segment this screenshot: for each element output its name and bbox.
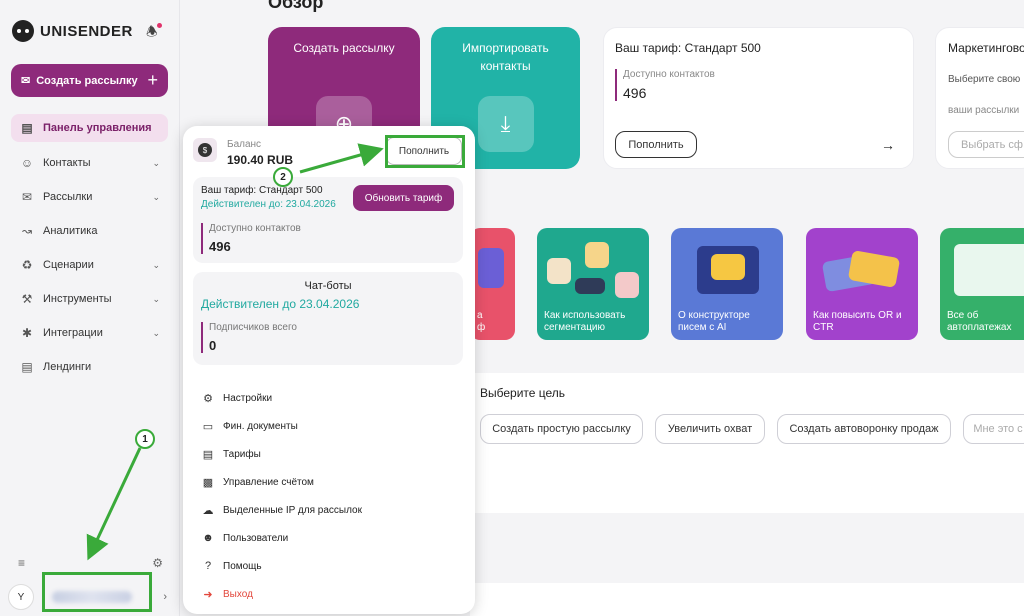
annotation-badge-1: 1 [135,429,155,449]
annotation-arrow-2 [299,143,384,174]
annotation-arrow-1 [86,447,142,561]
annotation-arrows [86,143,384,561]
annotation-badge-2: 2 [273,167,293,187]
